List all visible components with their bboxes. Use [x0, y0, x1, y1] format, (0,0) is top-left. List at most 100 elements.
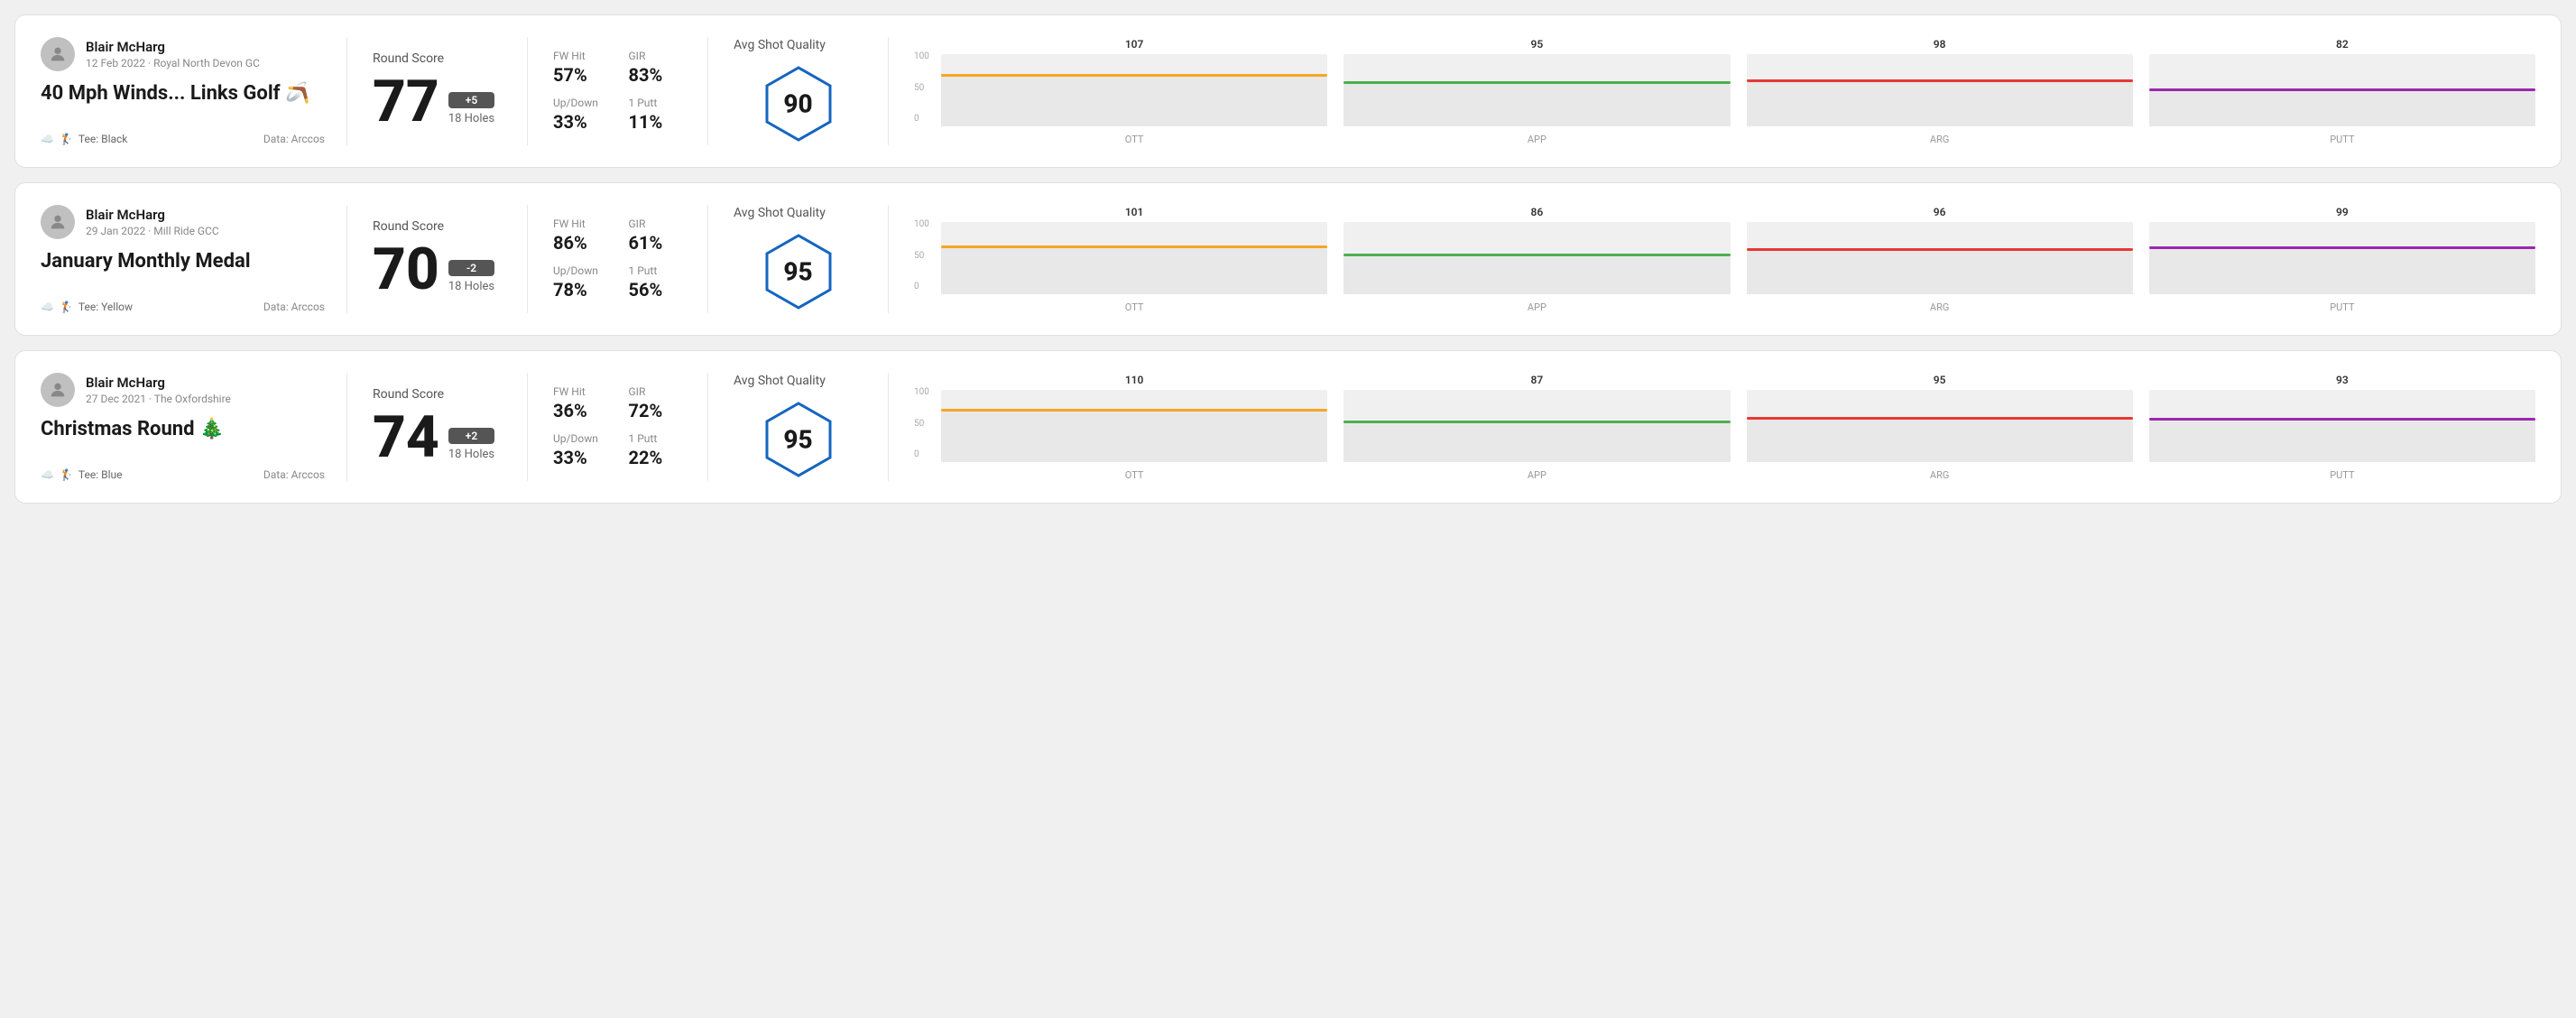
bar-line-1 [1343, 421, 1730, 423]
stat-value-3-0: 36% [553, 400, 607, 421]
stat-item-2-0: FW Hit 86% [553, 217, 607, 254]
bar-group-putt: 93 PUTT [2149, 374, 2535, 481]
tee-info-3: ☁️ 🏌️ Tee: Blue [41, 468, 122, 481]
bar-line-3 [2149, 88, 2535, 91]
bar-fill-1 [1343, 81, 1730, 126]
bag-icon-3: 🏌️ [60, 468, 73, 481]
bar-value-2: 95 [1934, 374, 1946, 386]
stat-label-2-2: Up/Down [553, 264, 607, 277]
bar-wrapper-2 [1747, 222, 2133, 294]
y-axis: 100 50 0 [914, 51, 929, 124]
bar-line-1 [1343, 254, 1730, 256]
bar-line-0 [941, 74, 1327, 77]
stat-value-1-3: 11% [629, 111, 683, 133]
bar-wrapper-2 [1747, 390, 2133, 462]
round-title-1: 40 Mph Winds... Links Golf 🪃 [41, 82, 325, 106]
quality-section-1: Avg Shot Quality 90 [708, 37, 889, 145]
bar-value-0: 107 [1125, 38, 1144, 51]
user-info-1: Blair McHarg 12 Feb 2022 · Royal North D… [41, 37, 325, 71]
holes-label-3: 18 Holes [448, 448, 494, 461]
data-source-1: Data: Arccos [263, 133, 325, 145]
bar-label-3: PUTT [2330, 469, 2354, 481]
stats-grid-2: FW Hit 86% GIR 61% Up/Down 78% 1 Pu [553, 217, 682, 301]
stats-grid-3: FW Hit 36% GIR 72% Up/Down 33% 1 Pu [553, 385, 682, 468]
bottom-info-3: ☁️ 🏌️ Tee: Blue Data: Arccos [41, 468, 325, 481]
hexagon-3: 95 [758, 399, 839, 480]
round-score-label-3: Round Score [373, 387, 502, 402]
stat-label-1-0: FW Hit [553, 50, 607, 62]
user-details-1: Blair McHarg 12 Feb 2022 · Royal North D… [86, 39, 260, 69]
bar-label-1: APP [1528, 469, 1547, 481]
bar-wrapper-0 [941, 54, 1327, 126]
holes-label-2: 18 Holes [448, 280, 494, 293]
bar-wrapper-1 [1343, 222, 1730, 294]
bag-icon-1: 🏌️ [60, 133, 73, 145]
user-info-3: Blair McHarg 27 Dec 2021 · The Oxfordshi… [41, 373, 325, 407]
bottom-info-2: ☁️ 🏌️ Tee: Yellow Data: Arccos [41, 301, 325, 313]
bar-label-0: OTT [1125, 469, 1144, 481]
stat-item-1-3: 1 Putt 11% [629, 97, 683, 133]
bar-value-1: 87 [1531, 374, 1544, 386]
bar-label-3: PUTT [2330, 301, 2354, 313]
stat-label-2-0: FW Hit [553, 217, 607, 230]
weather-icon-3: ☁️ [41, 468, 54, 481]
bar-label-1: APP [1528, 301, 1547, 313]
bar-line-2 [1747, 417, 2133, 420]
tee-label-3: Tee: Blue [78, 468, 123, 481]
bar-fill-3 [2149, 88, 2535, 126]
stat-label-1-2: Up/Down [553, 97, 607, 109]
bar-line-0 [941, 409, 1327, 412]
score-section-2: Round Score 70 -2 18 Holes [347, 205, 528, 313]
stats-section-3: FW Hit 36% GIR 72% Up/Down 33% 1 Pu [528, 373, 708, 481]
bar-line-2 [1747, 248, 2133, 251]
stat-value-3-1: 72% [629, 400, 683, 421]
bar-wrapper-0 [941, 222, 1327, 294]
hexagon-score-1: 90 [783, 89, 812, 119]
bar-line-2 [1747, 79, 2133, 82]
bar-value-3: 82 [2336, 38, 2349, 51]
quality-section-2: Avg Shot Quality 95 [708, 205, 889, 313]
score-badge-1: +5 [448, 92, 494, 108]
bar-chart: 107 OTT 95 APP 98 [941, 37, 2535, 145]
quality-label-1: Avg Shot Quality [734, 38, 826, 52]
stat-value-2-0: 86% [553, 232, 607, 254]
bar-value-0: 101 [1125, 206, 1144, 218]
stat-item-2-2: Up/Down 78% [553, 264, 607, 301]
bar-fill-1 [1343, 421, 1730, 462]
bar-line-0 [941, 245, 1327, 248]
data-source-2: Data: Arccos [263, 301, 325, 313]
stat-item-3-0: FW Hit 36% [553, 385, 607, 421]
bar-group-ott: 110 OTT [941, 374, 1327, 481]
stat-value-3-2: 33% [553, 447, 607, 468]
stat-item-3-2: Up/Down 33% [553, 432, 607, 468]
left-section-3: Blair McHarg 27 Dec 2021 · The Oxfordshi… [41, 373, 347, 481]
user-date-course-1: 12 Feb 2022 · Royal North Devon GC [86, 57, 260, 69]
stat-value-1-0: 57% [553, 64, 607, 86]
stats-grid-1: FW Hit 57% GIR 83% Up/Down 33% 1 Pu [553, 50, 682, 133]
score-badge-holes-1: +5 18 Holes [448, 92, 494, 131]
user-details-2: Blair McHarg 29 Jan 2022 · Mill Ride GCC [86, 207, 219, 237]
bar-label-2: ARG [1930, 301, 1949, 313]
hexagon-score-3: 95 [783, 425, 812, 455]
bar-value-3: 93 [2336, 374, 2349, 386]
stat-label-3-1: GIR [629, 385, 683, 398]
weather-icon-1: ☁️ [41, 133, 54, 145]
bottom-info-1: ☁️ 🏌️ Tee: Black Data: Arccos [41, 133, 325, 145]
score-row-2: 70 -2 18 Holes [373, 241, 502, 299]
score-badge-2: -2 [448, 260, 494, 276]
bar-chart: 110 OTT 87 APP 95 [941, 373, 2535, 481]
stats-section-2: FW Hit 86% GIR 61% Up/Down 78% 1 Pu [528, 205, 708, 313]
bar-value-0: 110 [1125, 374, 1144, 386]
data-source-3: Data: Arccos [263, 468, 325, 481]
bar-group-arg: 98 ARG [1747, 38, 2133, 145]
bar-fill-3 [2149, 246, 2535, 294]
bar-group-app: 86 APP [1343, 206, 1730, 313]
user-name-3: Blair McHarg [86, 375, 231, 391]
stat-item-3-3: 1 Putt 22% [629, 432, 683, 468]
user-icon [48, 44, 68, 64]
left-section-2: Blair McHarg 29 Jan 2022 · Mill Ride GCC… [41, 205, 347, 313]
bar-fill-0 [941, 245, 1327, 294]
y-axis: 100 50 0 [914, 219, 929, 292]
bar-wrapper-1 [1343, 390, 1730, 462]
bar-line-1 [1343, 81, 1730, 84]
